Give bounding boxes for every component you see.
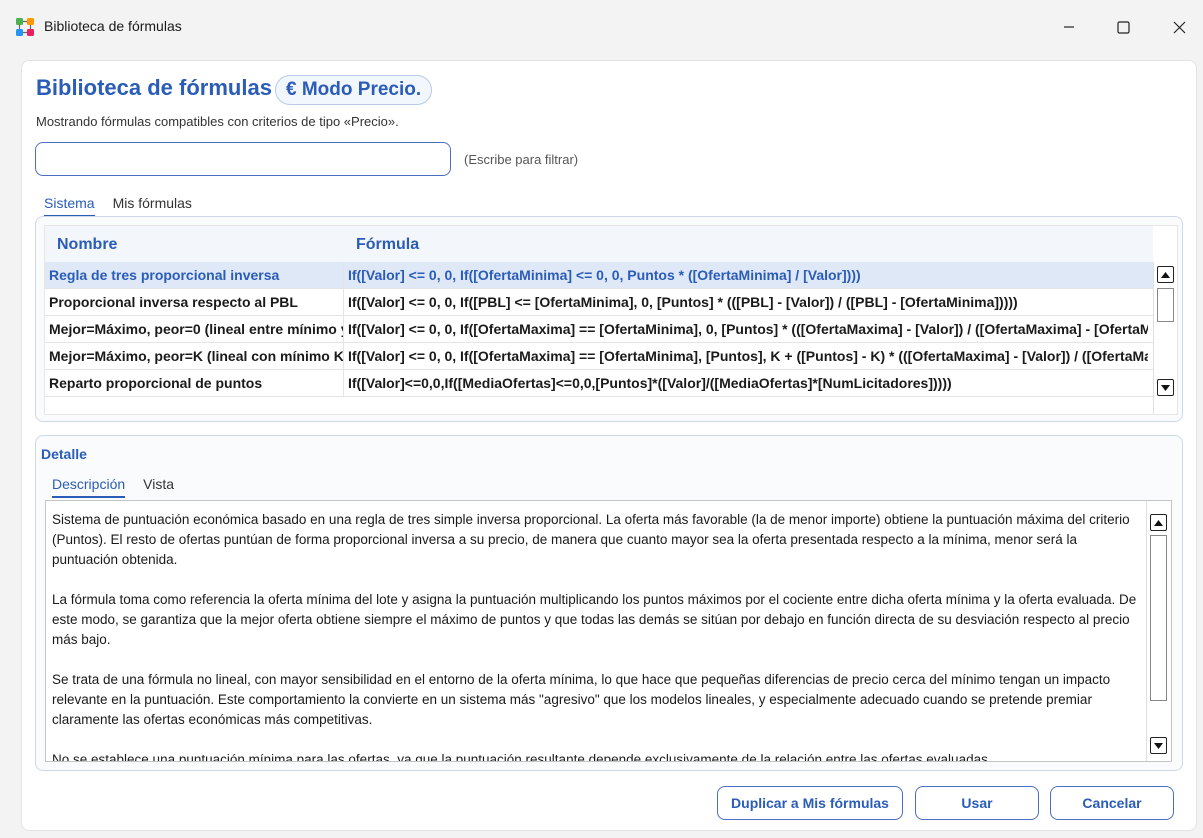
tab-descripcion[interactable]: Descripción	[52, 476, 126, 498]
row-formula: If([Valor] <= 0, 0, If([OfertaMaxima] ==…	[348, 348, 1148, 364]
arrow-up-icon	[1161, 271, 1170, 278]
description-scrollbar[interactable]	[1146, 501, 1171, 761]
title-bar: Biblioteca de fórmulas	[0, 0, 1203, 52]
minimize-button[interactable]	[1046, 10, 1092, 44]
maximize-icon	[1116, 20, 1130, 34]
description-paragraph: Sistema de puntuación económica basado e…	[52, 512, 1130, 567]
detail-tabs: Descripción Vista	[52, 476, 174, 498]
row-name: Proporcional inversa respecto al PBL	[49, 294, 298, 310]
page-subtitle: Mostrando fórmulas compatibles con crite…	[36, 114, 399, 129]
table-row[interactable]: Mejor=Máximo, peor=0 (lineal entre mínim…	[45, 316, 1153, 343]
description-paragraph: La fórmula toma como referencia la ofert…	[52, 592, 1137, 647]
mode-badge: € Modo Precio.	[275, 75, 433, 105]
scroll-up-button[interactable]	[1157, 266, 1174, 283]
detail-title: Detalle	[41, 446, 87, 462]
tab-mis-formulas[interactable]: Mis fórmulas	[113, 195, 192, 217]
duplicate-button[interactable]: Duplicar a Mis fórmulas	[717, 786, 903, 820]
window-title: Biblioteca de fórmulas	[44, 18, 182, 34]
description-paragraph: No se establece una puntuación mínima pa…	[52, 752, 992, 762]
filter-hint: (Escribe para filtrar)	[464, 152, 579, 167]
maximize-button[interactable]	[1100, 10, 1146, 44]
table-row[interactable]: Reparto proporcional de puntos If([Valor…	[45, 370, 1153, 397]
cancel-button[interactable]: Cancelar	[1050, 786, 1174, 820]
row-formula: If([Valor] <= 0, 0, If([OfertaMinima] <=…	[348, 267, 861, 283]
row-formula: If([Valor]<=0,0,If([MediaOfertas]<=0,0,[…	[348, 375, 952, 391]
arrow-down-icon	[1154, 742, 1163, 749]
main-content: Biblioteca de fórmulas € Modo Precio. Mo…	[21, 60, 1197, 831]
formula-grid-panel: Nombre Fórmula Regla de tres proporciona…	[35, 216, 1183, 422]
minimize-icon	[1064, 26, 1074, 28]
scroll-thumb[interactable]	[1150, 535, 1167, 701]
tab-sistema[interactable]: Sistema	[44, 195, 95, 217]
close-button[interactable]	[1156, 10, 1202, 44]
row-formula: If([Valor] <= 0, 0, If([OfertaMaxima] ==…	[348, 321, 1148, 337]
table-row[interactable]: Regla de tres proporcional inversa If([V…	[45, 262, 1153, 289]
arrow-up-icon	[1154, 519, 1163, 526]
formula-grid: Nombre Fórmula Regla de tres proporciona…	[44, 225, 1178, 415]
scroll-down-button[interactable]	[1150, 737, 1167, 754]
page-title: Biblioteca de fórmulas	[36, 75, 272, 100]
table-row[interactable]: Mejor=Máximo, peor=K (lineal con mínimo …	[45, 343, 1153, 370]
formula-tabs: Sistema Mis fórmulas	[44, 195, 192, 217]
detail-panel: Detalle Descripción Vista Sistema de pun…	[35, 435, 1183, 771]
scroll-thumb[interactable]	[1157, 288, 1174, 322]
column-header-formula[interactable]: Fórmula	[356, 236, 419, 254]
row-formula: If([Valor] <= 0, 0, If([PBL] <= [OfertaM…	[348, 294, 1018, 310]
grid-scrollbar[interactable]	[1153, 262, 1177, 414]
row-name: Regla de tres proporcional inversa	[49, 267, 280, 283]
column-header-nombre[interactable]: Nombre	[57, 236, 117, 254]
close-icon	[1173, 21, 1185, 33]
row-name: Mejor=Máximo, peor=0 (lineal entre mínim…	[49, 321, 343, 337]
arrow-down-icon	[1161, 384, 1170, 391]
formula-library-window: Biblioteca de fórmulas Biblioteca de fór…	[0, 0, 1203, 838]
tab-vista[interactable]: Vista	[143, 476, 174, 498]
description-paragraph: Se trata de una fórmula no lineal, con m…	[52, 672, 1111, 727]
row-name: Reparto proporcional de puntos	[49, 375, 263, 391]
app-logo-icon	[16, 18, 34, 36]
table-row[interactable]: Proporcional inversa respecto al PBL If(…	[45, 289, 1153, 316]
description-box[interactable]: Sistema de puntuación económica basado e…	[45, 500, 1172, 762]
scroll-up-button[interactable]	[1150, 514, 1167, 531]
scroll-down-button[interactable]	[1157, 379, 1174, 396]
grid-header: Nombre Fórmula	[45, 226, 1153, 262]
description-text: Sistema de puntuación económica basado e…	[52, 510, 1144, 762]
filter-input[interactable]	[35, 142, 451, 176]
row-name: Mejor=Máximo, peor=K (lineal con mínimo …	[49, 348, 343, 364]
use-button[interactable]: Usar	[915, 786, 1039, 820]
